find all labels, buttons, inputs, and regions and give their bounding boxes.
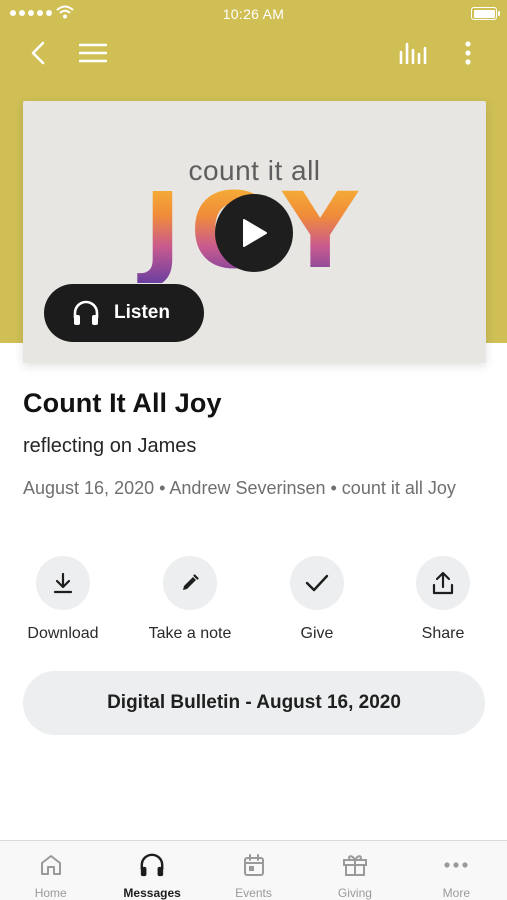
download-button[interactable]: Download: [13, 556, 113, 643]
menu-button[interactable]: [76, 36, 110, 70]
play-button[interactable]: [215, 194, 293, 272]
share-button[interactable]: Share: [393, 556, 493, 643]
digital-bulletin-button[interactable]: Digital Bulletin - August 16, 2020: [23, 671, 485, 735]
home-icon: [40, 855, 61, 875]
give-label: Give: [300, 625, 334, 642]
vertical-dots-icon: [465, 41, 471, 65]
headphones-icon: [140, 853, 164, 877]
take-note-label: Take a note: [148, 625, 232, 642]
tab-giving[interactable]: Giving: [304, 841, 405, 900]
give-button[interactable]: Give: [267, 556, 367, 643]
take-note-button[interactable]: Take a note: [140, 556, 240, 643]
back-button[interactable]: [21, 36, 55, 70]
share-label: Share: [421, 625, 465, 642]
equalizer-icon: [399, 42, 427, 64]
queue-button[interactable]: [397, 36, 431, 70]
listen-label: Listen: [114, 302, 170, 323]
tab-more-label: More: [442, 886, 470, 900]
tab-events-label: Events: [235, 886, 272, 900]
tab-messages-label: Messages: [123, 886, 181, 900]
tab-home[interactable]: Home: [0, 841, 101, 900]
tab-more[interactable]: More: [406, 841, 507, 900]
check-icon: [305, 574, 329, 592]
more-dots-icon: [444, 862, 468, 868]
tab-events[interactable]: Events: [203, 841, 304, 900]
battery-icon: [471, 7, 500, 20]
message-title: Count It All Joy: [23, 388, 222, 418]
share-icon: [432, 571, 454, 595]
message-meta: August 16, 2020 • Andrew Severinsen • co…: [23, 478, 456, 498]
more-options-button[interactable]: [451, 36, 485, 70]
chevron-left-icon: [31, 41, 45, 65]
download-label: Download: [27, 625, 99, 642]
calendar-icon: [243, 854, 264, 876]
headphones-icon: [73, 300, 99, 325]
message-subtitle: reflecting on James: [23, 435, 197, 457]
hamburger-icon: [79, 43, 107, 63]
listen-button[interactable]: Listen: [44, 284, 204, 342]
download-icon: [53, 572, 73, 594]
play-icon: [243, 219, 267, 247]
status-bar: 10:26 AM: [0, 0, 507, 28]
tab-messages[interactable]: Messages: [101, 841, 202, 900]
tab-giving-label: Giving: [337, 886, 372, 900]
tab-bar: Home Messages Events Giving More: [0, 840, 507, 900]
gift-icon: [342, 855, 367, 876]
sermon-artwork: count it all JOY Listen: [23, 101, 486, 363]
digital-bulletin-label: Digital Bulletin - August 16, 2020: [107, 692, 401, 713]
pencil-icon: [183, 574, 199, 590]
status-time: 10:26 AM: [222, 6, 285, 22]
tab-home-label: Home: [34, 886, 67, 900]
